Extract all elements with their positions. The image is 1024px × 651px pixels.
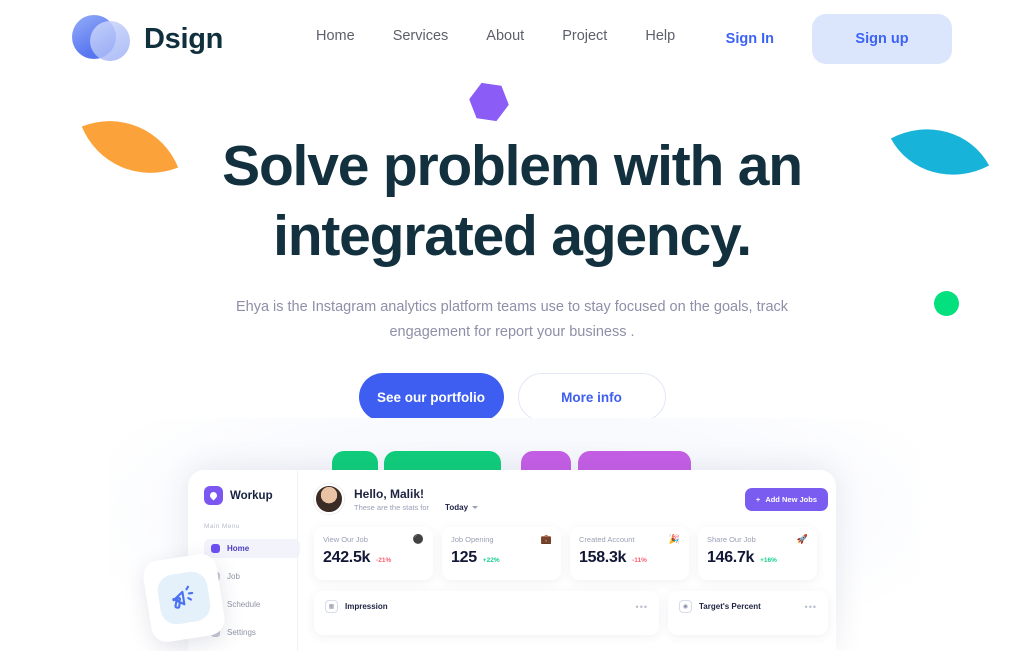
stat-value: 242.5k	[323, 549, 371, 566]
panel-row: ▦ Impression ••• ◉ Target's Percent •••	[314, 591, 828, 635]
date-range-value: Today	[445, 502, 469, 512]
megaphone-icon-container	[155, 569, 213, 627]
hero-section: Solve problem with an integrated agency.…	[0, 131, 1024, 421]
nav-item-services[interactable]: Services	[393, 28, 449, 44]
briefcase-icon: 💼	[540, 534, 552, 544]
dashboard-header: Hello, Malik! These are the stats for To…	[314, 484, 828, 514]
greeting-title: Hello, Malik!	[354, 486, 425, 501]
site-header: Dsign Home Services About Project Help S…	[0, 0, 1024, 78]
main-nav: Home Services About Project Help	[316, 28, 675, 44]
home-icon	[211, 544, 220, 553]
bar-chart-icon: ▦	[325, 600, 338, 613]
dashboard-main: Hello, Malik! These are the stats for To…	[298, 470, 836, 651]
dashboard-preview: Workup Main Menu Home Job Schedule Setti…	[188, 470, 836, 651]
nav-item-home[interactable]: Home	[316, 28, 355, 44]
panel-menu-icon[interactable]: •••	[805, 602, 817, 611]
dashboard-brand-name: Workup	[230, 489, 273, 502]
panel-title: Impression	[345, 602, 388, 611]
hero-title-line1: Solve problem with an	[222, 134, 803, 198]
party-popper-icon: 🎉	[668, 534, 680, 544]
stat-title: Job Opening	[451, 535, 494, 544]
stat-value: 146.7k	[707, 549, 755, 566]
target-icon: ◉	[679, 600, 692, 613]
rocket-icon: 🚀	[796, 534, 808, 544]
impression-panel[interactable]: ▦ Impression •••	[314, 591, 659, 635]
add-new-jobs-button[interactable]: + Add New Jobs	[744, 487, 828, 511]
greeting-subtitle-row: These are the stats for Today	[354, 502, 479, 512]
dashboard-brand[interactable]: Workup	[204, 486, 298, 505]
brand-name: Dsign	[144, 22, 224, 55]
stat-card[interactable]: View Our Job ⚫ 242.5k -21%	[314, 527, 433, 580]
see-our-portfolio-button[interactable]: See our portfolio	[358, 373, 504, 421]
nav-item-project[interactable]: Project	[562, 28, 607, 44]
hexagon-decoration-icon	[467, 80, 512, 123]
targets-percent-panel[interactable]: ◉ Target's Percent •••	[668, 591, 828, 635]
hero-subtitle: Ehya is the Instagram analytics platform…	[235, 299, 789, 340]
stat-card[interactable]: Created Account 🎉 158.3k -11%	[570, 527, 689, 580]
overlapping-circles-logo-icon	[72, 13, 130, 65]
plus-icon: +	[755, 494, 761, 504]
auth-actions: Sign In Sign up	[726, 14, 952, 64]
floating-feature-card	[141, 551, 227, 645]
nav-item-help[interactable]: Help	[645, 28, 675, 44]
panel-menu-icon[interactable]: •••	[636, 602, 648, 611]
stat-value: 125	[451, 549, 477, 566]
sidebar-divider	[297, 470, 298, 651]
sidebar-item-label: Job	[227, 572, 240, 581]
date-range-select[interactable]: Today	[445, 502, 479, 512]
sidebar-item-label: Schedule	[227, 600, 261, 609]
page-title: Solve problem with an integrated agency.	[0, 131, 1024, 271]
workup-logo-icon	[204, 486, 223, 505]
stat-card[interactable]: Job Opening 💼 125 +22%	[442, 527, 561, 580]
brand-logo[interactable]: Dsign	[72, 13, 223, 65]
greeting-block: Hello, Malik! These are the stats for To…	[354, 486, 479, 512]
sidebar-item-label: Settings	[227, 628, 256, 637]
stat-title: Created Account	[579, 535, 635, 544]
stat-delta: -21%	[376, 557, 392, 564]
add-new-jobs-label: Add New Jobs	[765, 494, 817, 504]
sidebar-item-home[interactable]: Home	[204, 539, 300, 558]
nav-item-about[interactable]: About	[486, 28, 524, 44]
megaphone-icon	[172, 585, 194, 609]
stat-delta: +22%	[482, 557, 500, 564]
stat-value: 158.3k	[579, 549, 627, 566]
stat-card[interactable]: Share Our Job 🚀 146.7k +16%	[698, 527, 817, 580]
stat-title: Share Our Job	[707, 535, 756, 544]
sidebar-section-label: Main Menu	[204, 523, 240, 530]
hero-title-line2: integrated agency.	[273, 204, 752, 268]
stat-card-row: View Our Job ⚫ 242.5k -21% Job Opening 💼…	[314, 527, 828, 580]
hero-cta-group: See our portfolio More info	[0, 373, 1024, 421]
stat-delta: +16%	[760, 557, 777, 564]
sign-up-button[interactable]: Sign up	[812, 14, 952, 64]
greeting-subtitle: These are the stats for	[354, 502, 430, 512]
sign-in-link[interactable]: Sign In	[726, 31, 774, 47]
chevron-down-icon	[472, 505, 479, 509]
stat-title: View Our Job	[323, 535, 368, 544]
avatar	[314, 484, 344, 514]
logo-circle-back	[90, 21, 130, 61]
panel-title: Target's Percent	[699, 602, 761, 611]
stat-delta: -11%	[632, 557, 647, 564]
more-info-button[interactable]: More info	[517, 373, 666, 421]
eyes-icon: ⚫	[412, 534, 424, 544]
sidebar-item-label: Home	[227, 544, 250, 553]
